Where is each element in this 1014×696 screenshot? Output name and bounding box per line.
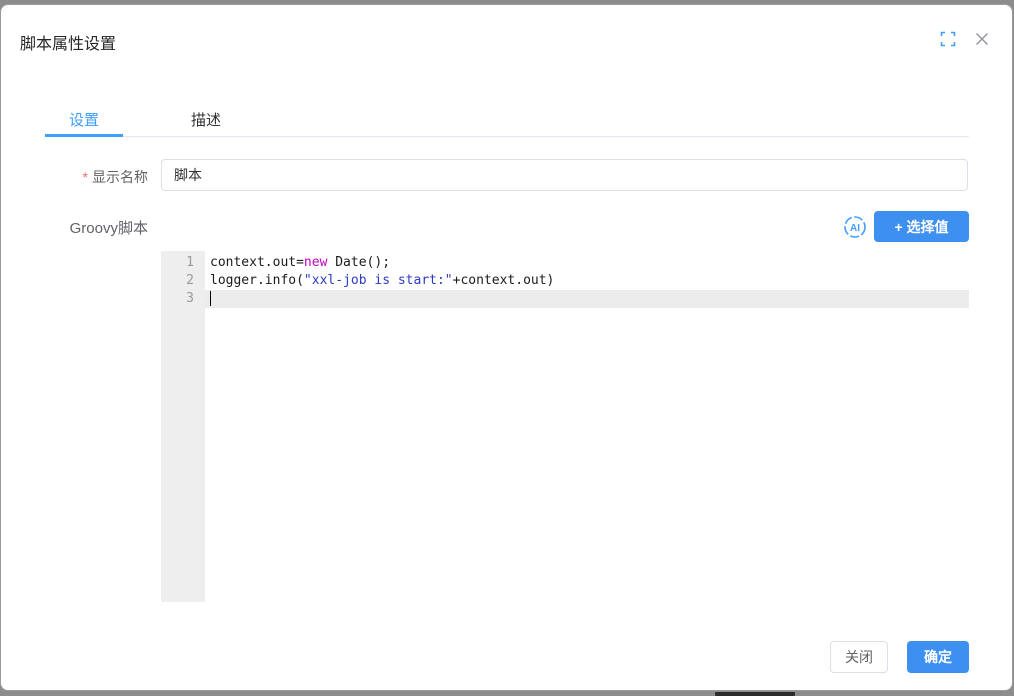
code-token-plain: Date();: [327, 255, 390, 270]
code-line[interactable]: [205, 290, 969, 308]
code-line[interactable]: logger.info("xxl-job is start:"+context.…: [205, 272, 969, 290]
close-icon[interactable]: [974, 31, 990, 47]
active-tab-underline: [45, 134, 123, 137]
text-cursor: [210, 291, 211, 306]
code-token-keyword: new: [304, 255, 327, 270]
script-properties-dialog: 脚本属性设置 设置 描述 *显示名称 Groovy脚本 AI + 选择值 123…: [0, 4, 1013, 691]
display-name-label: *显示名称: [1, 167, 148, 187]
code-line[interactable]: context.out=new Date();: [205, 254, 969, 272]
tabs-divider: [45, 136, 969, 137]
code-token-plain: +context.out): [453, 273, 555, 288]
ai-assistant-icon[interactable]: AI: [842, 214, 868, 240]
confirm-button[interactable]: 确定: [907, 641, 969, 673]
svg-text:AI: AI: [850, 223, 860, 234]
line-number: 2: [161, 272, 205, 290]
fullscreen-icon[interactable]: [940, 31, 956, 47]
code-token-string: "xxl-job is start:": [304, 273, 453, 288]
line-number: 1: [161, 254, 205, 272]
display-name-label-text: 显示名称: [92, 169, 148, 185]
select-value-button[interactable]: + 选择值: [874, 211, 969, 242]
tab-description[interactable]: 描述: [167, 110, 245, 136]
required-asterisk: *: [83, 169, 88, 185]
line-number: 3: [161, 290, 205, 308]
code-token-plain: context.out=: [210, 255, 304, 270]
groovy-script-label: Groovy脚本: [1, 217, 148, 238]
close-button[interactable]: 关闭: [830, 641, 888, 673]
groovy-code-editor[interactable]: 123 context.out=new Date();logger.info("…: [161, 251, 969, 602]
display-name-input[interactable]: [161, 159, 968, 191]
code-token-plain: logger.info(: [210, 273, 304, 288]
dialog-title: 脚本属性设置: [20, 30, 116, 54]
occluded-window-edge: [715, 692, 795, 696]
line-number-gutter: 123: [161, 251, 205, 602]
tab-settings[interactable]: 设置: [45, 110, 123, 136]
code-area[interactable]: context.out=new Date();logger.info("xxl-…: [205, 251, 969, 602]
